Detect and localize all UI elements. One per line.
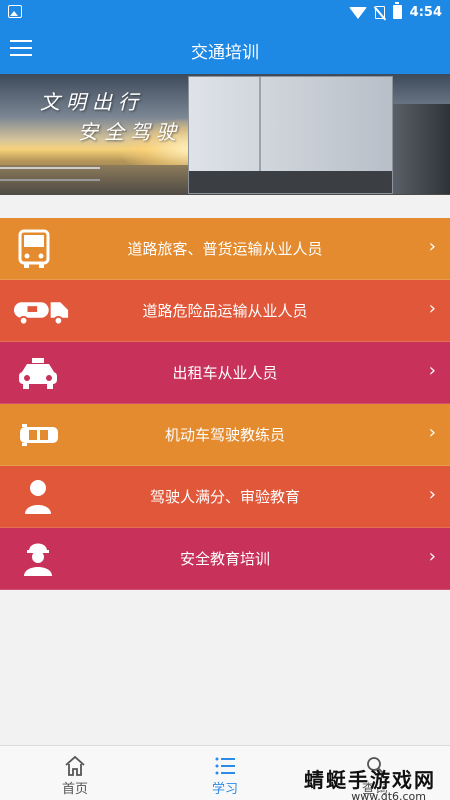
- menu-item-label: 道路旅客、普货运输从业人员: [127, 240, 323, 258]
- tab-home[interactable]: 首页: [0, 746, 150, 800]
- chevron-right-icon: ›: [428, 360, 436, 381]
- menu-item-label: 安全教育培训: [179, 550, 270, 568]
- chevron-right-icon: ›: [428, 484, 436, 505]
- status-time: 4:54: [409, 4, 442, 20]
- home-icon: [65, 755, 85, 776]
- chevron-right-icon: ›: [428, 546, 436, 567]
- status-bar: 4:54: [0, 0, 450, 24]
- menu-item-safety-training[interactable]: 安全教育培训 ›: [0, 528, 450, 590]
- watermark-url: www.qt6.com: [351, 790, 426, 800]
- tab-study[interactable]: 学习: [150, 746, 300, 800]
- banner-slogan-line2: 安全驾驶: [78, 120, 182, 144]
- banner-slogan-line1: 文明出行: [40, 90, 144, 114]
- menu-item-label: 机动车驾驶教练员: [164, 426, 285, 444]
- chevron-right-icon: ›: [428, 422, 436, 443]
- menu-item-driving-instructor[interactable]: 机动车驾驶教练员 ›: [0, 404, 450, 466]
- chevron-right-icon: ›: [428, 236, 436, 257]
- menu-item-passenger-freight[interactable]: 道路旅客、普货运输从业人员 ›: [0, 218, 450, 280]
- menu-item-label: 出租车从业人员: [172, 364, 278, 382]
- menu-item-label: 驾驶人满分、审验教育: [149, 488, 300, 506]
- watermark-title: 蜻蜓手游戏网: [304, 768, 436, 792]
- menu-item-label: 道路危险品运输从业人员: [142, 302, 308, 320]
- no-sim-icon: [374, 5, 385, 19]
- app-bar: 交通培训: [0, 24, 450, 74]
- truck-trailer: [188, 76, 393, 194]
- menu-item-taxi[interactable]: 出租车从业人员 ›: [0, 342, 450, 404]
- battery-icon: [392, 2, 402, 19]
- bottom-navigation: 首页 学习 查询 蜻蜓手游戏网 www.qt6.com: [0, 745, 450, 800]
- tab-study-label: 学习: [211, 782, 238, 797]
- training-category-list: 道路旅客、普货运输从业人员 › 道路危险品运输从业人员 › 出租车从业人员 ›: [0, 218, 450, 590]
- list-icon: [215, 757, 235, 775]
- menu-item-driver-education[interactable]: 驾驶人满分、审验教育 ›: [0, 466, 450, 528]
- banner-image: 文明出行 安全驾驶: [0, 74, 450, 195]
- guard-rail: [0, 167, 100, 181]
- wifi-icon: [348, 7, 367, 19]
- status-indicators: 4:54: [348, 0, 442, 24]
- truck-cab: [393, 104, 450, 194]
- tab-home-label: 首页: [61, 782, 88, 797]
- menu-item-hazardous-goods[interactable]: 道路危险品运输从业人员 ›: [0, 280, 450, 342]
- chevron-right-icon: ›: [428, 298, 436, 319]
- image-notification-icon: [8, 5, 22, 18]
- page-title: 交通培训: [191, 43, 259, 63]
